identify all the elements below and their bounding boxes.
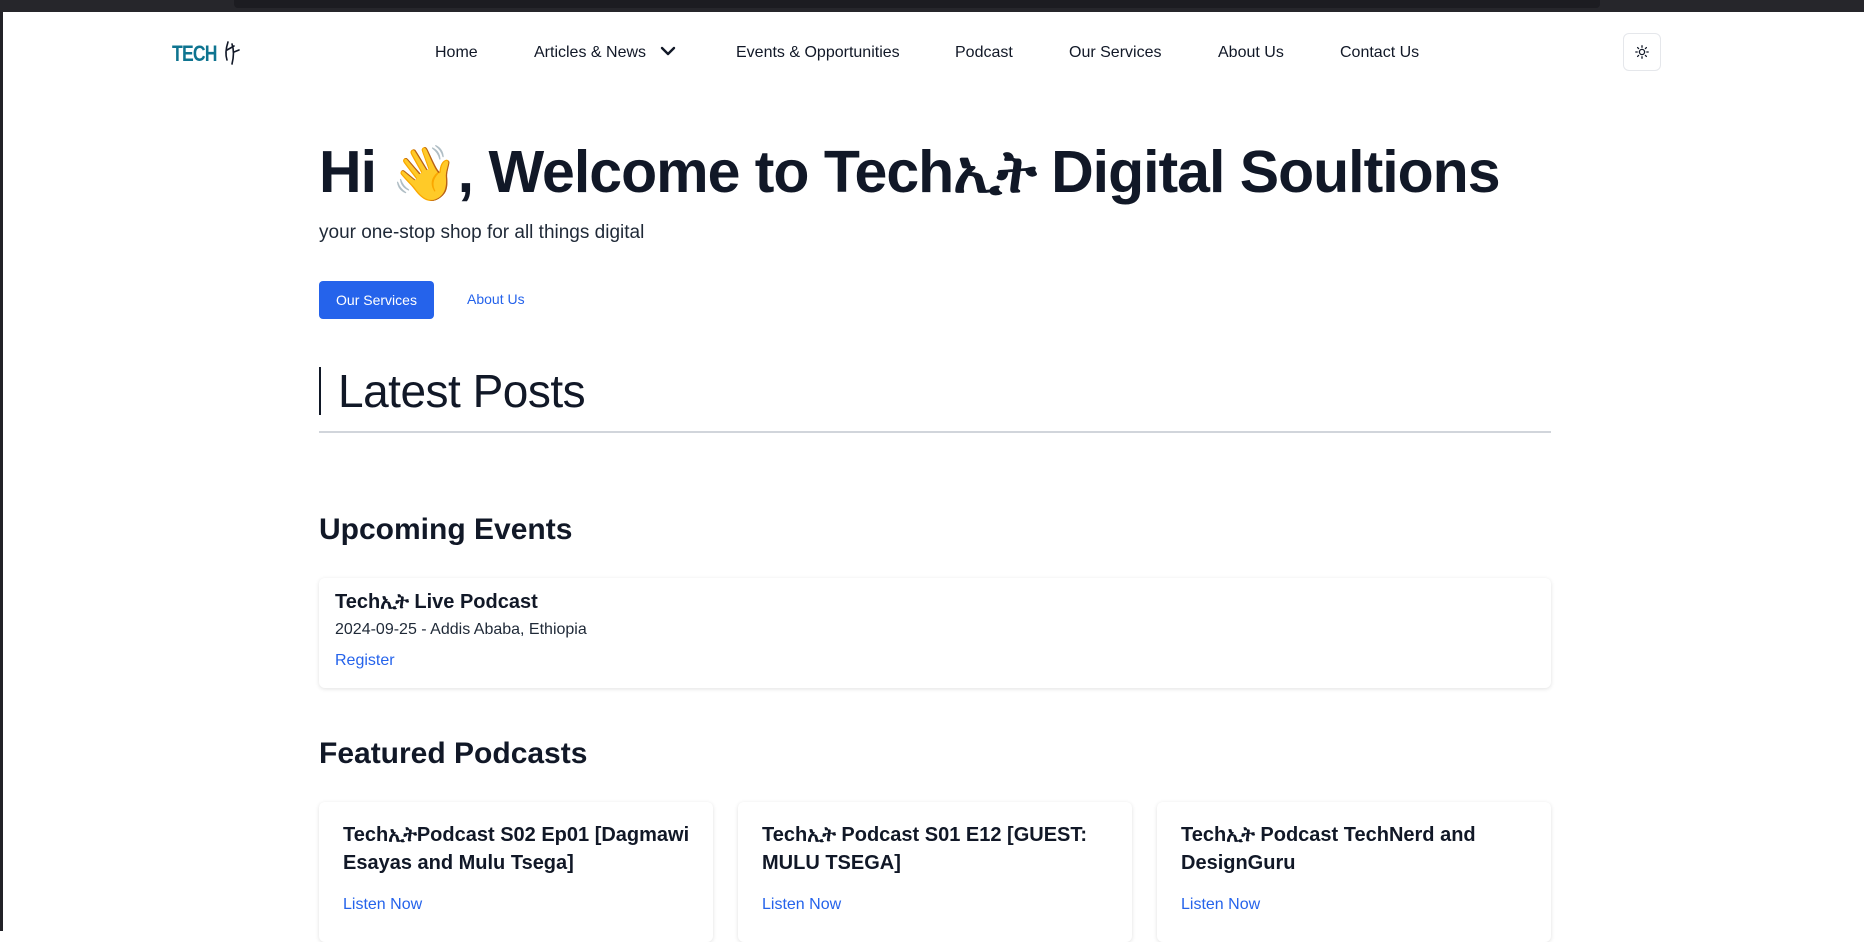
sun-icon bbox=[1635, 45, 1649, 59]
theme-toggle-button[interactable] bbox=[1623, 33, 1661, 71]
nav-home[interactable]: Home bbox=[435, 40, 478, 66]
podcast-card: TechኢትPodcast S02 Ep01 [Dagmawi Esayas a… bbox=[319, 802, 713, 942]
podcast-title: Techኢት Podcast TechNerd and DesignGuru bbox=[1181, 824, 1476, 874]
listen-now-link[interactable]: Listen Now bbox=[343, 896, 422, 914]
listen-now-link[interactable]: Listen Now bbox=[762, 896, 841, 914]
our-services-button[interactable]: Our Services bbox=[319, 281, 434, 319]
featured-podcasts-heading: Featured Podcasts bbox=[319, 737, 588, 770]
hero-title-suffix: , Welcome to Techኢት Digital Soultions bbox=[457, 139, 1501, 205]
listen-now-link[interactable]: Listen Now bbox=[1181, 896, 1260, 914]
podcast-card: Techኢት Podcast S01 E12 [GUEST: MULU TSEG… bbox=[738, 802, 1132, 942]
browser-top-strip bbox=[0, 0, 1864, 12]
event-date-location: 2024-09-25 - Addis Ababa, Ethiopia bbox=[335, 621, 587, 638]
nav-contact-us[interactable]: Contact Us bbox=[1340, 40, 1419, 66]
nav-articles-news[interactable]: Articles & News bbox=[534, 40, 676, 66]
main-nav: Home Articles & News Events & Opportunit… bbox=[0, 40, 1864, 66]
hero-subtitle: your one-stop shop for all things digita… bbox=[319, 222, 645, 243]
nav-podcast[interactable]: Podcast bbox=[955, 40, 1013, 66]
event-card: Techኢት Live Podcast 2024-09-25 - Addis A… bbox=[319, 578, 1551, 688]
nav-events-opportunities[interactable]: Events & Opportunities bbox=[736, 40, 900, 66]
hero-title: Hi 👋, Welcome to Techኢት Digital Soultion… bbox=[319, 132, 1501, 214]
nav-articles-news-label: Articles & News bbox=[534, 44, 647, 62]
podcast-title: TechኢትPodcast S02 Ep01 [Dagmawi Esayas a… bbox=[343, 824, 690, 874]
hero-title-prefix: Hi bbox=[319, 139, 392, 205]
podcast-card: Techኢት Podcast TechNerd and DesignGuru L… bbox=[1157, 802, 1551, 942]
upcoming-events-heading: Upcoming Events bbox=[319, 513, 573, 546]
latest-posts-heading: Latest Posts bbox=[319, 367, 586, 415]
nav-our-services[interactable]: Our Services bbox=[1069, 40, 1161, 66]
chevron-down-icon[interactable] bbox=[660, 40, 676, 66]
register-link[interactable]: Register bbox=[335, 652, 395, 670]
about-us-link[interactable]: About Us bbox=[467, 291, 525, 307]
event-title: Techኢት Live Podcast bbox=[335, 591, 538, 613]
window-left-edge bbox=[0, 12, 3, 931]
nav-about-us[interactable]: About Us bbox=[1218, 40, 1284, 66]
waving-hand-icon: 👋 bbox=[391, 142, 458, 205]
podcast-title: Techኢት Podcast S01 E12 [GUEST: MULU TSEG… bbox=[762, 824, 1088, 874]
section-divider bbox=[319, 431, 1551, 433]
